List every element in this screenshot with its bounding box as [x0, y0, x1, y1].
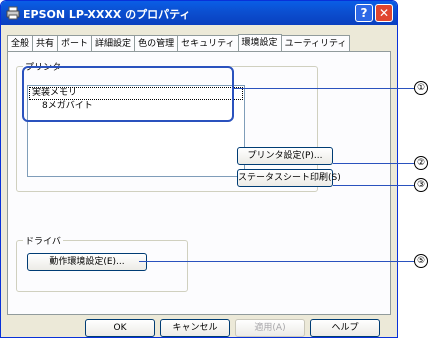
cancel-button[interactable]: キャンセル — [160, 319, 230, 337]
callout-line — [139, 261, 414, 262]
properties-window: EPSON LP-XXXX のプロパティ ? ✕ 全般 共有 ポート 詳細設定 色の管理… — [0, 0, 398, 338]
driver-group: ドライバ 動作環境設定(E)... — [16, 234, 188, 292]
tab-utility[interactable]: ユーティリティ — [280, 35, 351, 52]
listbox-highlight — [22, 66, 234, 122]
tab-general[interactable]: 全般 — [7, 35, 34, 52]
printer-settings-button[interactable]: プリンタ設定(P)... — [237, 147, 333, 165]
title-bar: EPSON LP-XXXX のプロパティ ? ✕ — [1, 1, 397, 25]
driver-group-label: ドライバ — [23, 234, 63, 247]
callout-2: ② — [414, 156, 428, 170]
status-sheet-print-button[interactable]: ステータスシート印刷(S) — [237, 169, 341, 187]
callout-1: ① — [414, 81, 428, 95]
tab-advanced[interactable]: 詳細設定 — [91, 35, 136, 52]
close-button[interactable]: ✕ — [375, 4, 393, 22]
apply-button[interactable]: 適用(A) — [235, 319, 305, 337]
ok-button[interactable]: OK — [85, 319, 155, 337]
operation-settings-button[interactable]: 動作環境設定(E)... — [27, 253, 147, 271]
help-button[interactable]: ? — [355, 4, 373, 22]
tab-color-management[interactable]: 色の管理 — [134, 35, 179, 52]
tab-bar: 全般 共有 ポート 詳細設定 色の管理 セキュリティ 環境設定 ユーティリティ — [7, 33, 351, 53]
help-footer-button[interactable]: ヘルプ — [310, 319, 380, 337]
tab-ports[interactable]: ポート — [57, 35, 93, 52]
callout-line — [333, 185, 414, 186]
printer-icon — [6, 6, 20, 20]
callout-line — [333, 163, 414, 164]
callout-3: ③ — [414, 178, 428, 192]
tab-security[interactable]: セキュリティ — [177, 35, 239, 52]
tab-sharing[interactable]: 共有 — [32, 35, 59, 52]
callout-5: ⑤ — [414, 254, 428, 268]
callout-line — [232, 88, 414, 89]
window-title: EPSON LP-XXXX のプロパティ — [23, 8, 191, 21]
